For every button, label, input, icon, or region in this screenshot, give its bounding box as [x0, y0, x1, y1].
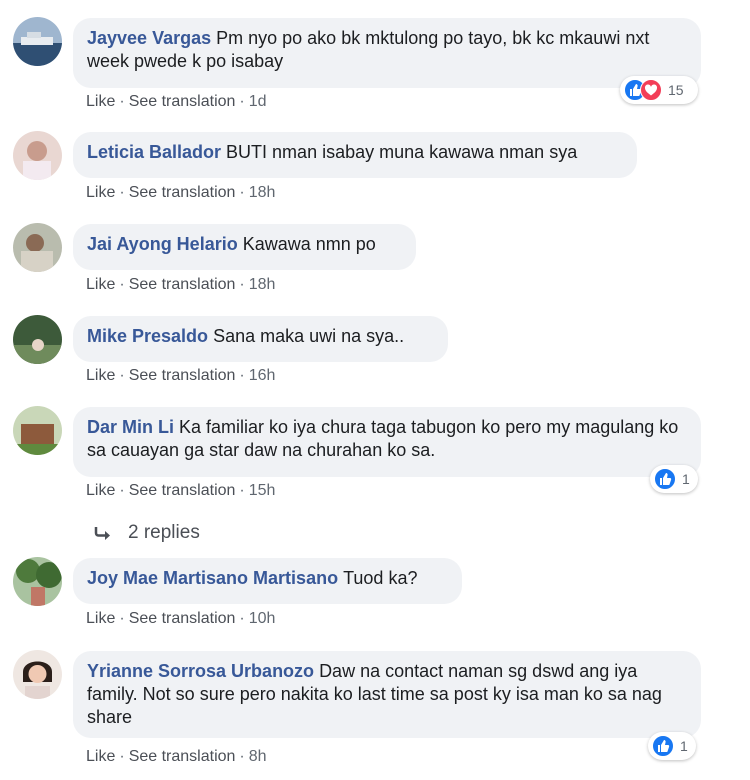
comment-text: Ka familiar ko iya chura taga tabugon ko…	[87, 417, 679, 460]
avatar[interactable]	[13, 406, 62, 455]
comment-actions: Like · See translation · 18h	[86, 276, 276, 293]
comment-text: Sana maka uwi na sya..	[213, 326, 405, 346]
see-translation-link[interactable]: See translation	[129, 93, 236, 110]
timestamp[interactable]: 18h	[249, 184, 276, 201]
like-link[interactable]: Like	[86, 367, 115, 384]
like-reaction-icon	[654, 468, 676, 490]
commenter-name[interactable]: Jayvee Vargas	[87, 28, 211, 48]
like-link[interactable]: Like	[86, 276, 115, 293]
comment-actions: Like · See translation · 15h	[86, 482, 276, 499]
avatar[interactable]	[13, 557, 62, 606]
like-link[interactable]: Like	[86, 184, 115, 201]
like-link[interactable]: Like	[86, 748, 115, 765]
comment-actions: Like · See translation · 16h	[86, 367, 276, 384]
comment-bubble: Leticia Ballador BUTI nman isabay muna ka…	[73, 132, 637, 178]
like-reaction-icon	[652, 735, 674, 757]
reaction-count: 1	[682, 471, 690, 487]
like-link[interactable]: Like	[86, 482, 115, 499]
comment-bubble: Joy Mae Martisano Martisano Tuod ka?	[73, 558, 462, 604]
see-translation-link[interactable]: See translation	[129, 367, 236, 384]
comment-text: Kawawa nmn po	[242, 234, 376, 254]
comment-bubble: Jayvee Vargas Pm nyo po ako bk mktulong p…	[73, 18, 701, 88]
see-translation-link[interactable]: See translation	[129, 482, 236, 499]
comment-actions: Like · See translation · 18h	[86, 184, 276, 201]
avatar[interactable]	[13, 315, 62, 364]
reaction-summary[interactable]: 15	[620, 76, 698, 104]
commenter-name[interactable]: Dar Min Li	[87, 417, 174, 437]
view-replies-link[interactable]: 2 replies	[94, 522, 200, 544]
see-translation-link[interactable]: See translation	[129, 748, 236, 765]
comment-actions: Like · See translation · 1d	[86, 93, 267, 110]
replies-count-label[interactable]: 2 replies	[128, 522, 200, 543]
reaction-count: 15	[668, 82, 684, 98]
commenter-name[interactable]: Leticia Ballador	[87, 142, 221, 162]
avatar[interactable]	[13, 131, 62, 180]
commenter-name[interactable]: Joy Mae Martisano Martisano	[87, 568, 338, 588]
timestamp[interactable]: 1d	[249, 93, 267, 110]
timestamp[interactable]: 16h	[249, 367, 276, 384]
reaction-summary[interactable]: 1	[648, 732, 696, 760]
comment-bubble: Mike Presaldo Sana maka uwi na sya..	[73, 316, 448, 362]
comment-text: BUTI nman isabay muna kawawa nman sya	[226, 142, 578, 162]
commenter-name[interactable]: Yrianne Sorrosa Urbanozo	[87, 661, 314, 681]
avatar[interactable]	[13, 17, 62, 66]
timestamp[interactable]: 8h	[249, 748, 267, 765]
love-reaction-icon	[640, 79, 662, 101]
comment-actions: Like · See translation · 8h	[86, 748, 267, 765]
commenter-name[interactable]: Mike Presaldo	[87, 326, 208, 346]
comment-text: Tuod ka?	[343, 568, 418, 588]
comment-actions: Like · See translation · 10h	[86, 610, 276, 627]
avatar[interactable]	[13, 650, 62, 699]
timestamp[interactable]: 18h	[249, 276, 276, 293]
see-translation-link[interactable]: See translation	[129, 276, 236, 293]
avatar[interactable]	[13, 223, 62, 272]
see-translation-link[interactable]: See translation	[129, 610, 236, 627]
see-translation-link[interactable]: See translation	[129, 184, 236, 201]
reply-arrow-icon	[94, 526, 110, 540]
timestamp[interactable]: 15h	[249, 482, 276, 499]
like-link[interactable]: Like	[86, 610, 115, 627]
reaction-summary[interactable]: 1	[650, 465, 698, 493]
reaction-count: 1	[680, 738, 688, 754]
commenter-name[interactable]: Jai Ayong Helario	[87, 234, 238, 254]
timestamp[interactable]: 10h	[249, 610, 276, 627]
like-link[interactable]: Like	[86, 93, 115, 110]
comment-bubble: Jai Ayong Helario Kawawa nmn po	[73, 224, 416, 270]
comment-bubble: Yrianne Sorrosa Urbanozo Daw na contact n…	[73, 651, 701, 738]
comment-bubble: Dar Min Li Ka familiar ko iya chura taga …	[73, 407, 701, 477]
